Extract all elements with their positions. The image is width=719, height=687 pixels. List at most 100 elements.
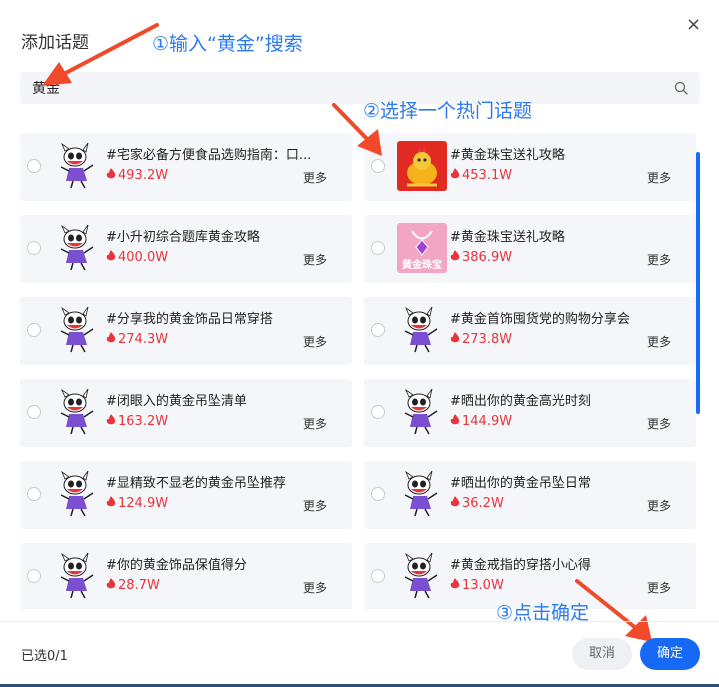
topic-title: #小升初综合题库黄金攻略 [106, 230, 260, 245]
topic-heat: 386.9W [450, 250, 512, 265]
search-input[interactable] [32, 72, 652, 104]
topic-radio[interactable] [27, 405, 41, 419]
flame-icon [450, 578, 460, 589]
mascot-icon [397, 551, 447, 601]
scrollbar[interactable] [696, 152, 700, 414]
flame-icon [450, 332, 460, 343]
topic-card[interactable]: #黄金首饰囤货党的购物分享会 273.8W 更多 [364, 297, 696, 365]
confirm-button[interactable]: 确定 [640, 638, 700, 670]
topic-title: #宅家必备方便食品选购指南：口... [106, 148, 312, 163]
annotation-step1: ①输入“黄金”搜索 [152, 33, 303, 55]
topic-radio[interactable] [27, 323, 41, 337]
more-link[interactable]: 更多 [647, 251, 671, 268]
topic-card[interactable]: #黄金珠宝送礼攻略 453.1W 更多 [364, 133, 696, 201]
more-link[interactable]: 更多 [303, 579, 327, 596]
more-link[interactable]: 更多 [303, 169, 327, 186]
more-link[interactable]: 更多 [647, 497, 671, 514]
topic-grid: #宅家必备方便食品选购指南：口... 493.2W 更多 #黄金珠宝送礼攻略 453.… [20, 133, 696, 609]
topic-title: #显精致不显老的黄金吊坠推荐 [106, 476, 286, 491]
more-link[interactable]: 更多 [303, 333, 327, 350]
topic-radio[interactable] [371, 159, 385, 173]
topic-radio[interactable] [371, 487, 385, 501]
flame-icon [106, 578, 116, 589]
topic-heat-value: 273.8W [462, 332, 513, 347]
mascot-icon [53, 223, 103, 273]
flame-icon [106, 332, 116, 343]
flame-icon [450, 168, 460, 179]
add-topic-dialog: 添加话题 × #宅家必备方便食品选购指南：口... 493.2W 更多 #黄金珠宝送… [0, 0, 719, 687]
search-icon[interactable] [674, 81, 688, 95]
topic-card[interactable]: #分享我的黄金饰品日常穿搭 274.3W 更多 [20, 297, 352, 365]
close-icon[interactable]: × [686, 14, 701, 35]
topic-heat: 36.2W [450, 496, 504, 511]
more-link[interactable]: 更多 [303, 497, 327, 514]
topic-card[interactable]: #你的黄金饰品保值得分 28.7W 更多 [20, 543, 352, 609]
topic-heat-value: 28.7W [118, 578, 160, 593]
more-link[interactable]: 更多 [647, 579, 671, 596]
topic-heat-value: 453.1W [462, 168, 513, 183]
more-link[interactable]: 更多 [647, 415, 671, 432]
mascot-icon [53, 387, 103, 437]
flame-icon [106, 414, 116, 425]
topic-title: #你的黄金饰品保值得分 [106, 558, 247, 573]
topic-card[interactable]: 黄金珠宝 #黄金珠宝送礼攻略 386.9W 更多 [364, 215, 696, 283]
flame-icon [450, 250, 460, 261]
selected-count: 已选0/1 [21, 649, 68, 664]
topic-heat-value: 36.2W [462, 496, 504, 511]
topic-heat: 124.9W [106, 496, 168, 511]
topic-title: #黄金珠宝送礼攻略 [450, 230, 565, 245]
topic-radio[interactable] [371, 241, 385, 255]
topic-radio[interactable] [27, 569, 41, 583]
topic-heat: 144.9W [450, 414, 512, 429]
more-link[interactable]: 更多 [647, 333, 671, 350]
topic-radio[interactable] [371, 323, 385, 337]
topic-radio[interactable] [27, 487, 41, 501]
flame-icon [106, 250, 116, 261]
topic-heat-value: 493.2W [118, 168, 169, 183]
more-link[interactable]: 更多 [303, 251, 327, 268]
topic-card[interactable]: #宅家必备方便食品选购指南：口... 493.2W 更多 [20, 133, 352, 201]
topic-heat: 273.8W [450, 332, 512, 347]
flame-icon [106, 496, 116, 507]
topic-heat-value: 144.9W [462, 414, 513, 429]
topic-radio[interactable] [27, 159, 41, 173]
mascot-icon [397, 387, 447, 437]
mascot-icon [53, 469, 103, 519]
topic-card[interactable]: #晒出你的黄金吊坠日常 36.2W 更多 [364, 461, 696, 529]
flame-icon [450, 414, 460, 425]
topic-heat: 400.0W [106, 250, 168, 265]
topic-heat: 163.2W [106, 414, 168, 429]
topic-title: #晒出你的黄金高光时刻 [450, 394, 591, 409]
mascot-icon [397, 305, 447, 355]
more-link[interactable]: 更多 [303, 415, 327, 432]
topic-heat: 13.0W [450, 578, 504, 593]
topic-card[interactable]: #显精致不显老的黄金吊坠推荐 124.9W 更多 [20, 461, 352, 529]
more-link[interactable]: 更多 [647, 169, 671, 186]
topic-card[interactable]: #晒出你的黄金高光时刻 144.9W 更多 [364, 379, 696, 447]
topic-heat-value: 400.0W [118, 250, 169, 265]
topic-heat-value: 386.9W [462, 250, 513, 265]
topic-card[interactable]: #小升初综合题库黄金攻略 400.0W 更多 [20, 215, 352, 283]
annotation-step2: ②选择一个热门话题 [363, 100, 533, 122]
golden-rooster-image [397, 141, 447, 191]
jewelry-logo: 黄金珠宝 [397, 223, 447, 273]
topic-title: #黄金珠宝送礼攻略 [450, 148, 565, 163]
topic-heat-value: 124.9W [118, 496, 169, 511]
topic-title: #分享我的黄金饰品日常穿搭 [106, 312, 273, 327]
topic-heat: 453.1W [450, 168, 512, 183]
flame-icon [450, 496, 460, 507]
topic-title: #黄金戒指的穿搭小心得 [450, 558, 591, 573]
topic-heat-value: 163.2W [118, 414, 169, 429]
topic-heat-value: 274.3W [118, 332, 169, 347]
mascot-icon [53, 551, 103, 601]
topic-heat: 28.7W [106, 578, 160, 593]
topic-radio[interactable] [27, 241, 41, 255]
dialog-title: 添加话题 [21, 33, 89, 53]
topic-heat: 493.2W [106, 168, 168, 183]
mascot-icon [53, 141, 103, 191]
mascot-icon [53, 305, 103, 355]
topic-radio[interactable] [371, 405, 385, 419]
topic-card[interactable]: #闭眼入的黄金吊坠清单 163.2W 更多 [20, 379, 352, 447]
cancel-button[interactable]: 取消 [572, 638, 632, 670]
topic-radio[interactable] [371, 569, 385, 583]
